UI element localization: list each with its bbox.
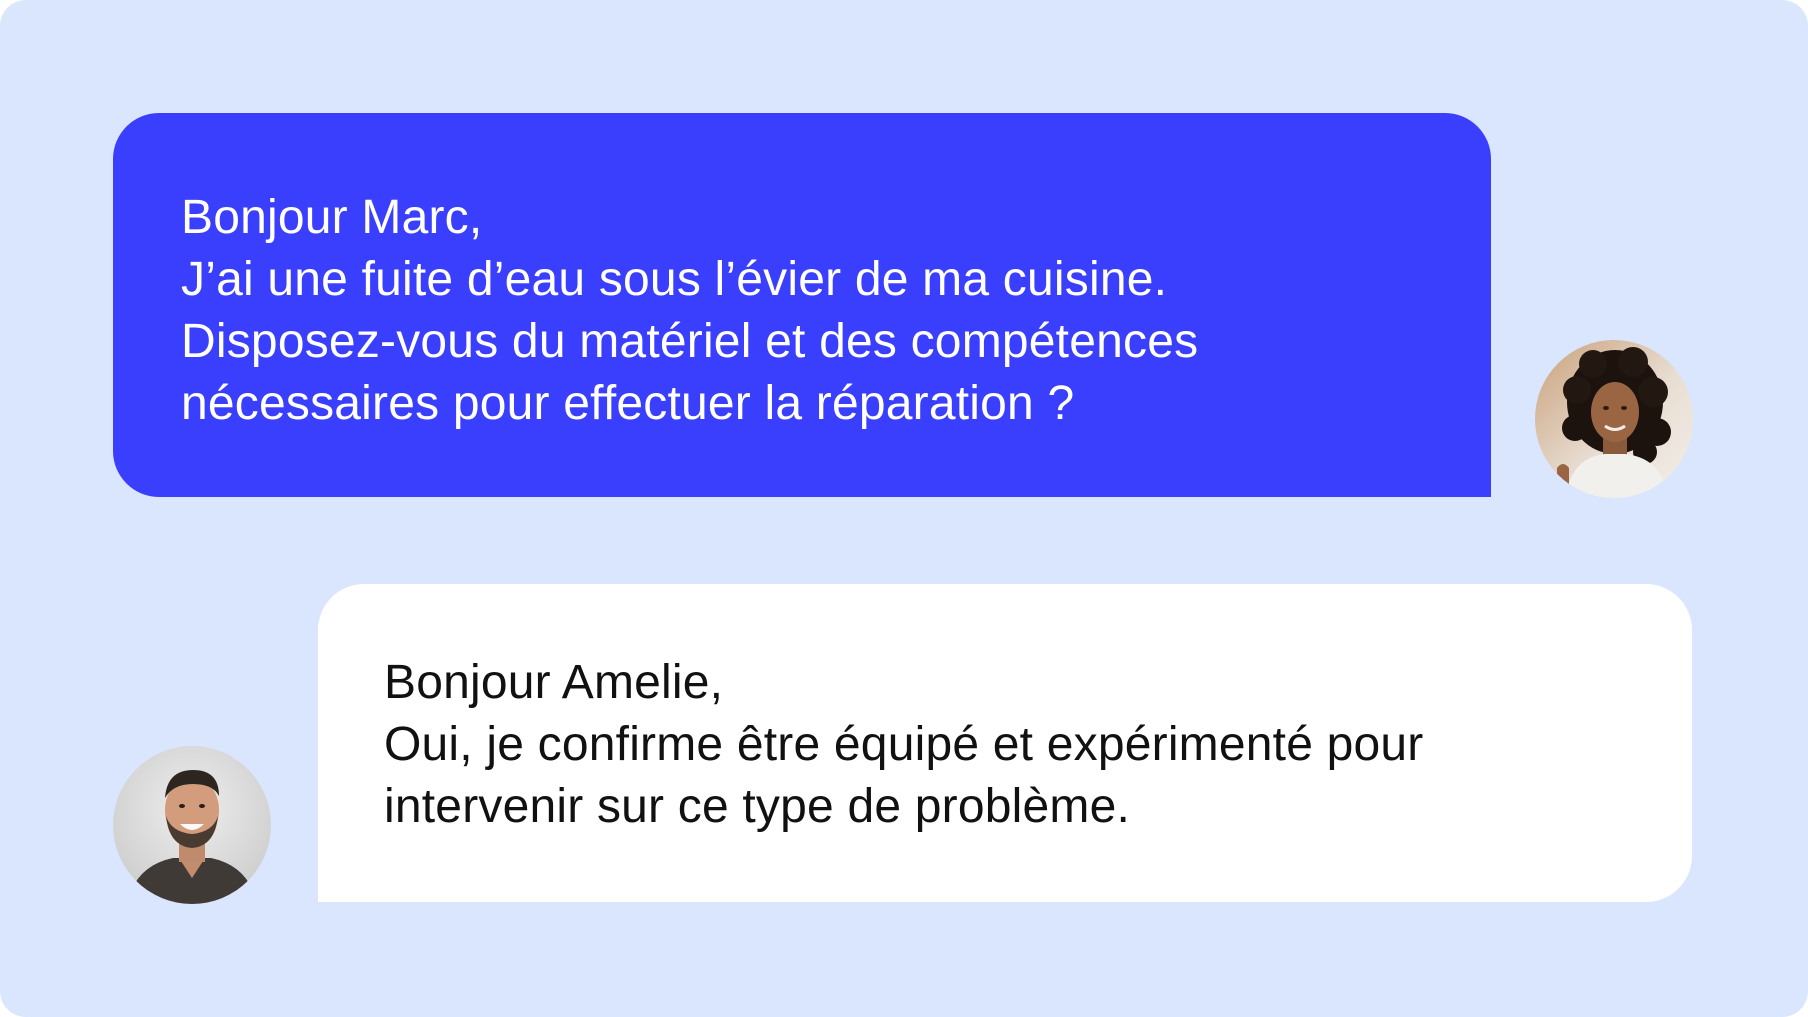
message-line: nécessaires pour effectuer la réparation… xyxy=(181,377,1075,430)
message-line: Bonjour Marc, xyxy=(181,191,483,244)
message-line: Bonjour Amelie, xyxy=(384,656,724,709)
avatar-amelie xyxy=(1535,340,1693,498)
message-line: intervenir sur ce type de problème. xyxy=(384,780,1131,833)
message-bubble-marc: Bonjour Amelie, Oui, je confirme être éq… xyxy=(318,584,1692,902)
message-bubble-amelie: Bonjour Marc, J’ai une fuite d’eau sous … xyxy=(113,113,1491,497)
message-line: Oui, je confirme être équipé et expérime… xyxy=(384,718,1424,771)
man-avatar-photo-icon xyxy=(113,746,271,904)
message-line: J’ai une fuite d’eau sous l’évier de ma … xyxy=(181,253,1168,306)
message-line: Disposez-vous du matériel et des compéte… xyxy=(181,315,1199,368)
avatar-marc xyxy=(113,746,271,904)
woman-avatar-photo-icon xyxy=(1535,340,1693,498)
chat-canvas: Bonjour Marc, J’ai une fuite d’eau sous … xyxy=(0,0,1808,1017)
